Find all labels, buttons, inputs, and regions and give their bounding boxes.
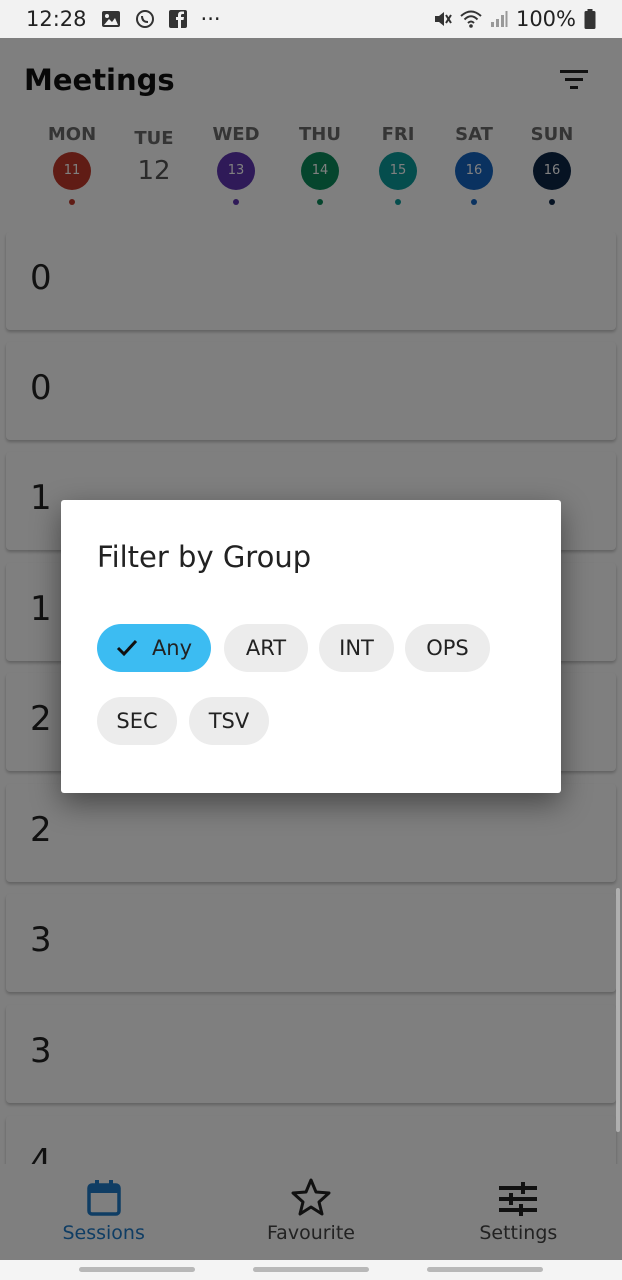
- chip-label: ART: [245, 636, 287, 660]
- system-nav-bar: [0, 1260, 622, 1280]
- home-button[interactable]: [253, 1267, 369, 1272]
- battery-icon: [584, 9, 596, 29]
- chip-any[interactable]: Any: [97, 624, 211, 672]
- chip-label: SEC: [116, 709, 158, 733]
- whatsapp-icon: [135, 9, 155, 29]
- scrollbar[interactable]: [616, 888, 620, 1132]
- chip-label: TSV: [208, 709, 250, 733]
- mute-icon: [432, 9, 452, 29]
- chip-label: OPS: [426, 636, 469, 660]
- back-button[interactable]: [427, 1267, 543, 1272]
- facebook-icon: [168, 10, 187, 28]
- chip-label: Any: [151, 636, 193, 660]
- battery-percent: 100%: [515, 7, 576, 31]
- status-bar: 12:28 ··· 100%: [0, 0, 622, 38]
- check-icon: [116, 639, 138, 657]
- chip-art[interactable]: ART: [224, 624, 308, 672]
- status-more: ···: [200, 7, 221, 31]
- recents-button[interactable]: [79, 1267, 195, 1272]
- chip-int[interactable]: INT: [319, 624, 394, 672]
- image-icon: [101, 10, 121, 28]
- chip-tsv[interactable]: TSV: [189, 697, 269, 745]
- wifi-icon: [460, 9, 482, 29]
- signal-icon: [490, 10, 508, 28]
- chip-sec[interactable]: SEC: [97, 697, 177, 745]
- filter-dialog: Filter by Group Any ART INT OPS SEC TSV: [61, 500, 561, 793]
- chip-label: INT: [339, 636, 374, 660]
- status-time: 12:28: [26, 7, 87, 31]
- dialog-title: Filter by Group: [97, 540, 312, 574]
- chip-ops[interactable]: OPS: [405, 624, 490, 672]
